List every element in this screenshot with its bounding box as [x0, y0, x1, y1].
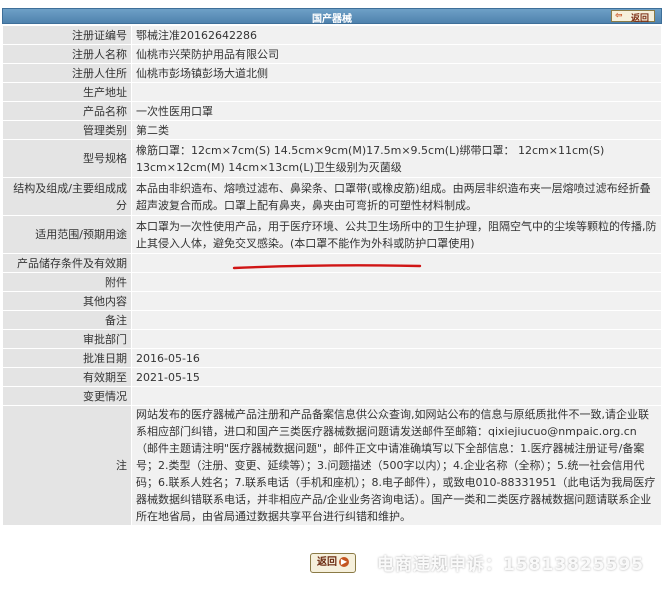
field-value: 仙桃市兴荣防护用品有限公司 [131, 44, 662, 64]
field-value: 一次性医用口罩 [131, 101, 662, 121]
back-arrow-icon: ▶ [339, 557, 349, 567]
field-value [131, 310, 662, 330]
field-value: 2016-05-16 [131, 348, 662, 368]
field-label: 其他内容 [2, 291, 132, 311]
field-value: 2021-05-15 [131, 367, 662, 387]
back-button-label: 返回 [317, 557, 337, 568]
field-label: 产品名称 [2, 101, 132, 121]
field-label: 结构及组成/主要组成成分 [2, 177, 132, 216]
row-approval-date: 批准日期 2016-05-16 [2, 348, 662, 368]
field-label: 备注 [2, 310, 132, 330]
row-valid-until: 有效期至 2021-05-15 [2, 367, 662, 387]
row-production-address: 生产地址 [2, 82, 662, 102]
watermark-text: 电商违规申诉：15813825595 [377, 555, 645, 575]
row-intended-use: 适用范围/预期用途 本口罩为一次性使用产品，用于医疗环境、公共卫生场所中的卫生护… [2, 215, 662, 254]
row-remarks: 备注 [2, 310, 662, 330]
field-label: 批准日期 [2, 348, 132, 368]
field-label: 注册证编号 [2, 25, 132, 45]
field-value [131, 386, 662, 406]
detail-table: 注册证编号 鄂械注准20162642286 注册人名称 仙桃市兴荣防护用品有限公… [2, 25, 662, 526]
field-value [131, 291, 662, 311]
field-value: 本口罩为一次性使用产品，用于医疗环境、公共卫生场所中的卫生护理，阻隔空气中的尘埃… [131, 215, 662, 254]
field-value [131, 272, 662, 292]
field-value: 橡筋口罩：12cm×7cm(S) 14.5cm×9cm(M)17.5m×9.5c… [131, 139, 662, 178]
row-registrant-name: 注册人名称 仙桃市兴荣防护用品有限公司 [2, 44, 662, 64]
back-button-bottom[interactable]: 返回 ▶ [310, 553, 356, 573]
row-model-spec: 型号规格 橡筋口罩：12cm×7cm(S) 14.5cm×9cm(M)17.5m… [2, 139, 662, 178]
field-value: 鄂械注准20162642286 [131, 25, 662, 45]
field-value [131, 82, 662, 102]
row-other: 其他内容 [2, 291, 662, 311]
title-bar: 国产器械 ⇦ 返回 [2, 8, 662, 25]
row-note: 注 网站发布的医疗器械产品注册和产品备案信息供公众查询,如网站公布的信息与原纸质… [2, 405, 662, 526]
field-value: 本品由非织造布、熔喷过滤布、鼻梁条、口罩带(或橡皮筋)组成。由两层非织造布夹一层… [131, 177, 662, 216]
page-title: 国产器械 [312, 14, 352, 25]
field-label: 生产地址 [2, 82, 132, 102]
field-label: 审批部门 [2, 329, 132, 349]
back-button-top[interactable]: ⇦ 返回 [611, 10, 655, 24]
row-registrant-address: 注册人住所 仙桃市彭场镇彭场大道北侧 [2, 63, 662, 83]
field-label: 注 [2, 405, 132, 526]
field-label: 附件 [2, 272, 132, 292]
row-changes: 变更情况 [2, 386, 662, 406]
row-approval-dept: 审批部门 [2, 329, 662, 349]
row-structure-composition: 结构及组成/主要组成成分 本品由非织造布、熔喷过滤布、鼻梁条、口罩带(或橡皮筋)… [2, 177, 662, 216]
field-label: 变更情况 [2, 386, 132, 406]
row-management-class: 管理类别 第二类 [2, 120, 662, 140]
field-value [131, 329, 662, 349]
field-label: 注册人住所 [2, 63, 132, 83]
back-button-label: 返回 [630, 14, 649, 24]
row-product-name: 产品名称 一次性医用口罩 [2, 101, 662, 121]
field-label: 适用范围/预期用途 [2, 215, 132, 254]
red-underline-mark [232, 264, 422, 270]
field-label: 注册人名称 [2, 44, 132, 64]
field-value: 第二类 [131, 120, 662, 140]
page: 国产器械 ⇦ 返回 注册证编号 鄂械注准20162642286 注册人名称 仙桃… [0, 0, 664, 600]
row-attachment: 附件 [2, 272, 662, 292]
field-label: 有效期至 [2, 367, 132, 387]
field-value: 网站发布的医疗器械产品注册和产品备案信息供公众查询,如网站公布的信息与原纸质批件… [131, 405, 662, 526]
field-value: 仙桃市彭场镇彭场大道北侧 [131, 63, 662, 83]
field-label: 型号规格 [2, 139, 132, 178]
field-label: 产品储存条件及有效期 [2, 253, 132, 273]
back-arrow-icon: ⇦ [615, 11, 623, 21]
row-registration-no: 注册证编号 鄂械注准20162642286 [2, 25, 662, 45]
field-label: 管理类别 [2, 120, 132, 140]
